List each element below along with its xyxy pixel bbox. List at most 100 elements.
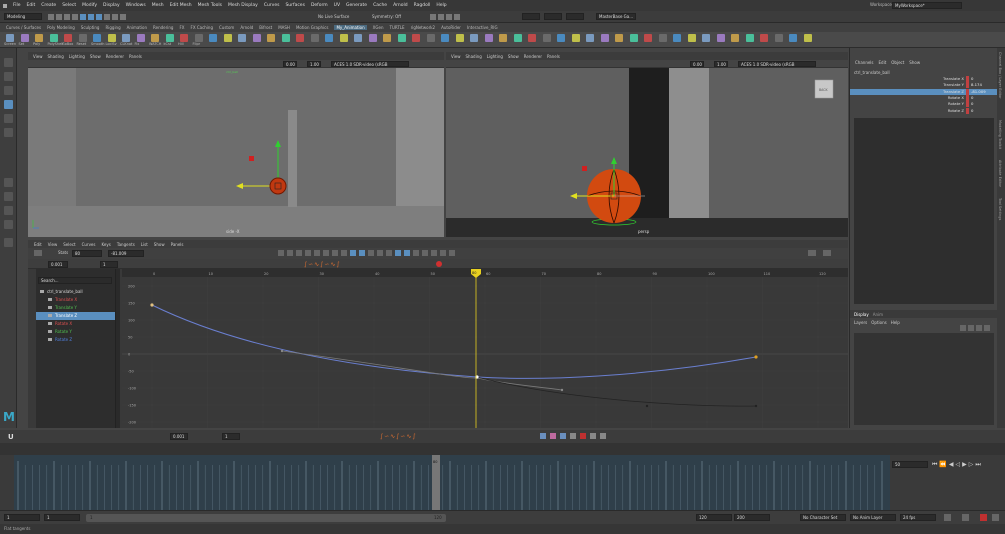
viewport-side[interactable]: View Shading Lighting Show Renderer Panels 0.… [28, 52, 444, 237]
pre-infinity-icon[interactable] [422, 250, 428, 256]
live-surface-label[interactable]: No Live Surface [318, 14, 349, 19]
shelf-tool-icon[interactable] [687, 34, 696, 42]
shelf-tool-icon[interactable] [499, 34, 507, 42]
shelf-tool-icon[interactable] [64, 34, 72, 42]
shelf-tool-icon[interactable] [441, 34, 449, 42]
gamma-field[interactable]: 1.00 [307, 61, 321, 67]
shelf-tool-icon[interactable] [528, 34, 536, 42]
stats-frame-field[interactable]: 80 [72, 250, 102, 257]
post-infinity-icon[interactable] [431, 250, 437, 256]
menu-mesh-display[interactable]: Mesh Display [228, 3, 258, 8]
shelf-tool-icon[interactable] [513, 34, 522, 42]
tween-curve-icons[interactable]: ∫∽∿∫∽∿∫ [304, 261, 404, 268]
shelf-tool-icon[interactable] [180, 34, 188, 42]
menu-deform[interactable]: Deform [311, 3, 328, 8]
side-tab[interactable]: Attribute Editor [998, 160, 1002, 187]
outliner-row[interactable]: Rotate X [36, 320, 115, 328]
key-count-field[interactable]: 1 [100, 261, 118, 268]
exposure-field[interactable]: 0.00 [690, 61, 704, 67]
rotate-tool-icon[interactable] [4, 114, 13, 123]
shelf-tab[interactable]: Motion Graphics [296, 25, 329, 30]
viewport-menu-view[interactable]: View [451, 54, 461, 59]
viewport-menu-panels[interactable]: Panels [547, 54, 560, 59]
eye-icon[interactable] [48, 314, 52, 318]
u-icon[interactable]: U [8, 433, 14, 441]
step-back-key-icon[interactable]: ⏪ [939, 461, 946, 468]
record-icon[interactable] [980, 514, 987, 521]
graph-menu-keys[interactable]: Keys [101, 242, 110, 247]
shelf-tab[interactable]: Bifrost [259, 25, 272, 30]
graph-menu-panels[interactable]: Panels [171, 242, 184, 247]
eye-icon[interactable] [48, 330, 52, 334]
symmetry-label[interactable]: Symmetry: Off [372, 14, 401, 19]
shelf-tool-icon[interactable] [6, 34, 14, 42]
layer-tab[interactable]: Display [854, 312, 869, 317]
select-tool-icon[interactable] [4, 58, 13, 67]
step-tangent-icon[interactable] [341, 250, 347, 256]
eye-icon[interactable] [48, 298, 52, 302]
outliner-row[interactable]: Rotate Z [36, 336, 115, 344]
shelf-tab[interactable]: Interactive_RIG [467, 25, 498, 30]
loop-icon[interactable] [962, 514, 969, 521]
scale-tool-icon[interactable] [4, 128, 13, 137]
new-layer-selected-icon[interactable] [984, 325, 990, 331]
menu-select[interactable]: Select [62, 3, 76, 8]
shelf-tool-icon[interactable] [368, 34, 377, 42]
layer-menu[interactable]: Options [871, 320, 886, 325]
channel-value[interactable]: 8.174 [971, 82, 982, 87]
mode-select[interactable]: Modeling [4, 13, 42, 20]
shelf-tool-icon[interactable] [252, 34, 261, 42]
viewport-menu-panels[interactable]: Panels [129, 54, 142, 59]
shelf-tool-icon[interactable] [310, 34, 319, 42]
hypershade-icon[interactable] [454, 14, 460, 20]
viewport-menu-show[interactable]: Show [508, 54, 519, 59]
menu-curves[interactable]: Curves [264, 3, 280, 8]
menu-ragdoll[interactable]: Ragdoll [414, 3, 431, 8]
shelf-tab[interactable]: rigNetwork2 [411, 25, 436, 30]
shelf-tab[interactable]: AutoRider [441, 25, 461, 30]
key-frame-0[interactable] [150, 303, 154, 307]
curve-menu-icon[interactable] [808, 250, 816, 256]
menu-mesh-tools[interactable]: Mesh Tools [198, 3, 222, 8]
shelf-tool-icon[interactable] [194, 34, 203, 42]
viewport-menu-renderer[interactable]: Renderer [524, 54, 542, 59]
layer-up-icon[interactable] [960, 325, 966, 331]
shelf-tool-icon[interactable] [658, 34, 667, 42]
anim-count-field[interactable]: 1 [222, 433, 240, 440]
viewport-persp[interactable]: View Shading Lighting Show Renderer Panels 0.… [446, 52, 848, 237]
tool-d-icon[interactable] [570, 433, 576, 439]
viewport-menu-lighting[interactable]: Lighting [69, 54, 85, 59]
channel-row[interactable]: Rotate Z 0 [850, 107, 998, 114]
shelf-tool-icon[interactable] [151, 34, 159, 42]
shelf-tool-icon[interactable] [20, 34, 29, 42]
unify-tangent-icon[interactable] [368, 250, 374, 256]
shelf-tab[interactable]: Sculpting [81, 25, 100, 30]
shelf-tool-icon[interactable] [789, 34, 797, 42]
snap-icon[interactable] [404, 250, 410, 256]
range-slider[interactable]: 1 120 [86, 514, 446, 522]
transform-x-field[interactable] [522, 13, 540, 20]
shelf-tab[interactable]: XGen [373, 25, 384, 30]
new-layer-icon[interactable] [976, 325, 982, 331]
render-icon[interactable] [430, 14, 436, 20]
menu-file[interactable]: File [13, 3, 21, 8]
single-pane-icon[interactable] [4, 178, 13, 187]
more-options-icon[interactable] [823, 250, 831, 256]
graph-menu-list[interactable]: List [141, 242, 148, 247]
shelf-tool-icon[interactable] [745, 34, 754, 42]
shelf-tool-icon[interactable] [223, 34, 232, 42]
channel-value[interactable]: 0 [971, 108, 973, 113]
folder-icon[interactable] [48, 14, 54, 20]
undo-icon[interactable] [64, 14, 70, 20]
shelf-tool-icon[interactable] [35, 34, 43, 42]
side-tab[interactable]: Channel Box / Layer Editor [998, 52, 1002, 99]
move-manip-plane[interactable] [249, 156, 254, 161]
shelf-tool-icon[interactable] [644, 34, 652, 42]
tool-g-icon[interactable] [600, 433, 606, 439]
shelf-tool-icon[interactable] [339, 34, 348, 42]
shelf-tool-icon[interactable] [136, 34, 145, 42]
tool-a-icon[interactable] [540, 433, 546, 439]
outliner-row[interactable]: Translate Y [36, 304, 115, 312]
shelf-tool-icon[interactable] [209, 34, 217, 42]
menu-create[interactable]: Create [41, 3, 56, 8]
